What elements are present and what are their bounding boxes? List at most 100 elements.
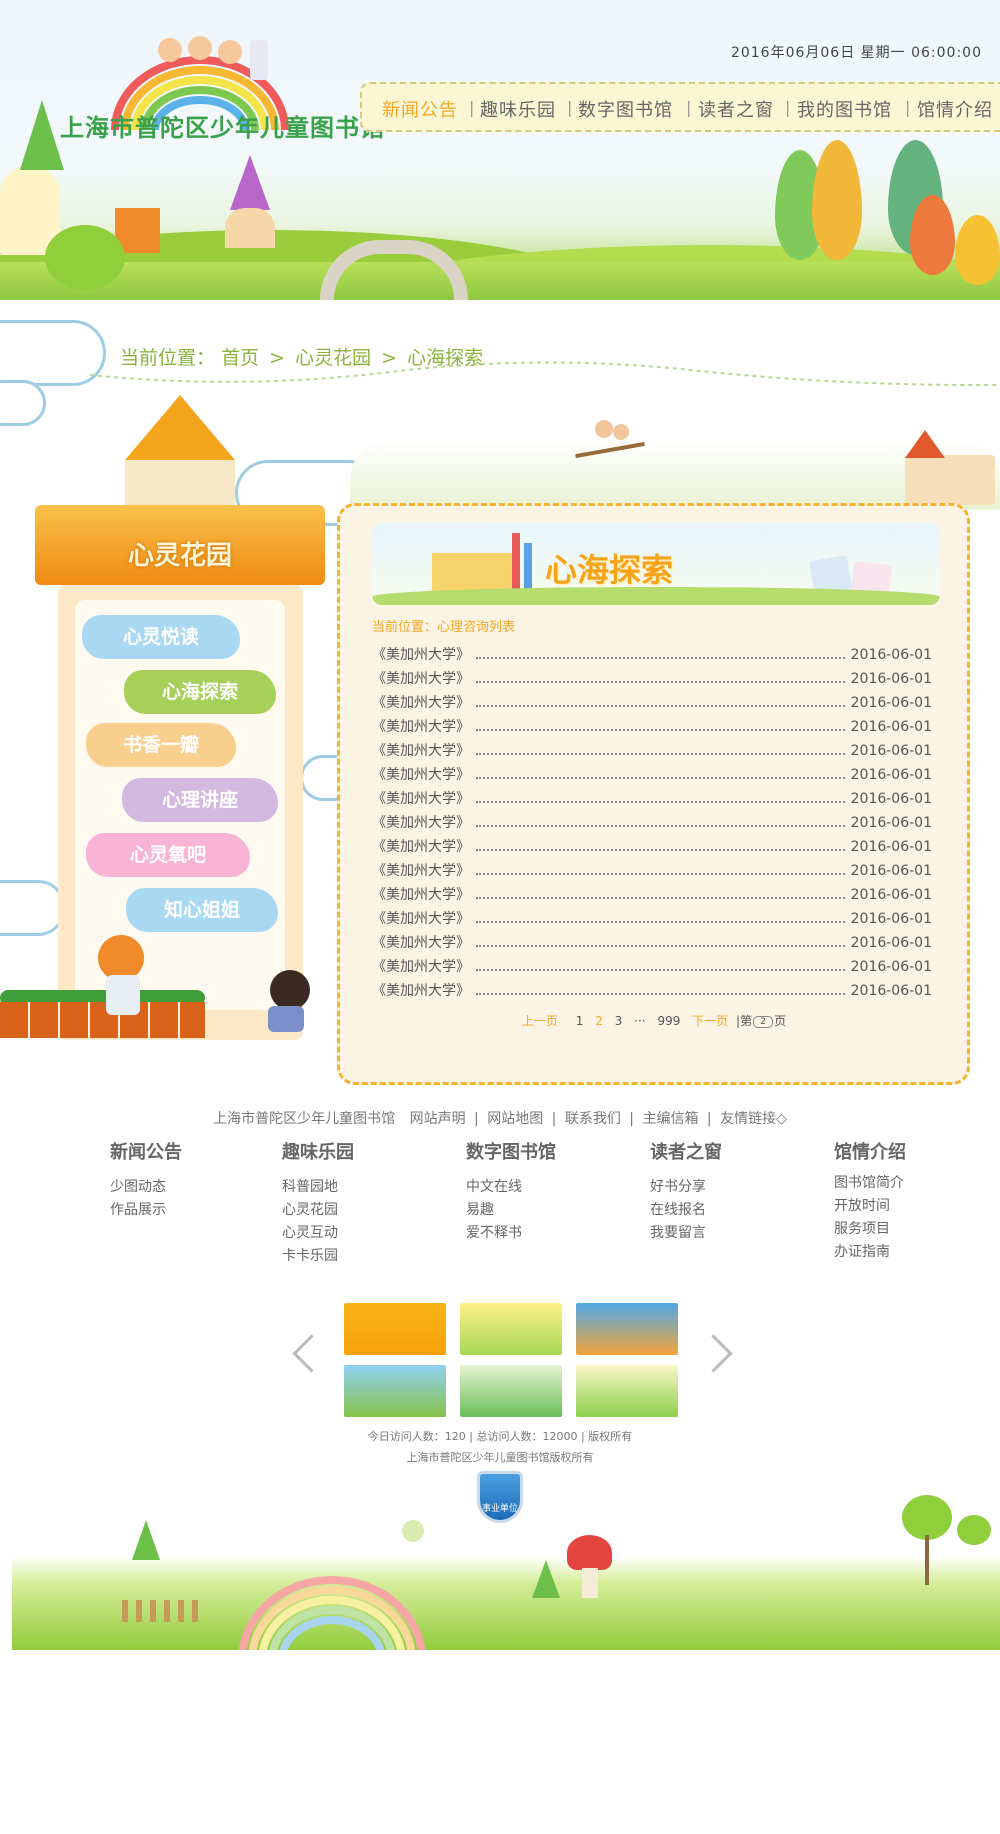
footer-separator: | [706,1111,712,1127]
list-item-leader [476,787,845,803]
list-item[interactable]: 《美加州大学》 2016-06-01 [372,955,932,979]
carousel-thumbnail[interactable] [344,1365,446,1417]
footer-column-link[interactable]: 我要留言 [650,1222,722,1245]
list-item[interactable]: 《美加州大学》 2016-06-01 [372,643,932,667]
page-link[interactable]: 1 [576,1014,584,1028]
footer-column-title[interactable]: 趣味乐园 [282,1138,354,1164]
list-item-title[interactable]: 《美加州大学》 [372,715,470,739]
footer-column-link[interactable]: 在线报名 [650,1199,722,1222]
next-page-link[interactable]: 下一页 [692,1014,728,1028]
list-item[interactable]: 《美加州大学》 2016-06-01 [372,907,932,931]
footer-link-home[interactable]: 上海市普陀区少年儿童图书馆 [213,1111,395,1127]
public-institution-badge[interactable]: 事业单位 [477,1471,523,1523]
carousel-next-arrow-icon[interactable] [694,1334,733,1373]
footer-column-title[interactable]: 新闻公告 [110,1138,182,1164]
list-item[interactable]: 《美加州大学》 2016-06-01 [372,979,932,1003]
list-item[interactable]: 《美加州大学》 2016-06-01 [372,883,932,907]
nav-my-library[interactable]: 我的图书馆 [797,96,892,122]
list-item-title[interactable]: 《美加州大学》 [372,811,470,835]
nav-fun-park[interactable]: 趣味乐园 [480,96,556,122]
breadcrumb-home[interactable]: 首页 [221,347,259,369]
page-jump-input[interactable]: 2 [753,1015,774,1028]
carousel-thumbnail[interactable] [576,1303,678,1355]
footer-column-link[interactable]: 开放时间 [834,1195,906,1218]
nav-reader-window[interactable]: 读者之窗 [698,96,774,122]
sidebar-item-mind-explore[interactable]: 心海探索 [124,670,276,714]
nav-digital-library[interactable]: 数字图书馆 [578,96,673,122]
list-item[interactable]: 《美加州大学》 2016-06-01 [372,715,932,739]
list-item-title[interactable]: 《美加州大学》 [372,667,470,691]
list-item[interactable]: 《美加州大学》 2016-06-01 [372,763,932,787]
nav-news[interactable]: 新闻公告 [382,96,458,122]
list-item[interactable]: 《美加州大学》 2016-06-01 [372,859,932,883]
list-item-title[interactable]: 《美加州大学》 [372,763,470,787]
footer-column-link[interactable]: 图书馆简介 [834,1172,906,1195]
sidebar-item-oxygen-bar[interactable]: 心灵氧吧 [86,833,250,877]
carousel-thumbnail[interactable] [344,1303,446,1355]
footer-column-title[interactable]: 读者之窗 [650,1138,722,1164]
footer-column-link[interactable]: 易趣 [466,1199,556,1222]
footer-column-title[interactable]: 馆情介绍 [834,1138,906,1164]
footer-link-sitemap[interactable]: 网站地图 [487,1111,543,1127]
carousel-thumbnail[interactable] [460,1303,562,1355]
sidebar-item-psych-lecture[interactable]: 心理讲座 [122,778,278,822]
nav-separator: | [785,98,791,117]
cloud-decoration [0,880,66,936]
footer-column-link[interactable]: 办证指南 [834,1241,906,1264]
list-item-date: 2016-06-01 [850,911,932,927]
footer-link-mailbox[interactable]: 主编信箱 [642,1111,698,1127]
footer-column-link[interactable]: 好书分享 [650,1176,722,1199]
inner-breadcrumb: 当前位置：心理咨询列表 [372,620,516,635]
footer-link-friends[interactable]: 友情链接◇ [720,1111,787,1127]
list-item[interactable]: 《美加州大学》 2016-06-01 [372,667,932,691]
list-item-title[interactable]: 《美加州大学》 [372,835,470,859]
footer-column-link[interactable]: 爱不释书 [466,1222,556,1245]
carousel-thumbnail[interactable] [576,1365,678,1417]
list-item[interactable]: 《美加州大学》 2016-06-01 [372,787,932,811]
site-title[interactable]: 上海市普陀区少年儿童图书馆 [60,108,385,143]
carousel-thumbnail[interactable] [460,1365,562,1417]
cloud-decoration [0,380,46,426]
sidebar-item-sister-heart[interactable]: 知心姐姐 [126,888,278,932]
page-ellipsis: ··· [634,1014,646,1028]
footer-column-link[interactable]: 卡卡乐园 [282,1245,354,1268]
breadcrumb-mind-garden[interactable]: 心灵花园 [295,347,371,369]
footer-column-title[interactable]: 数字图书馆 [466,1138,556,1164]
list-item-title[interactable]: 《美加州大学》 [372,931,470,955]
list-item[interactable]: 《美加州大学》 2016-06-01 [372,835,932,859]
breadcrumb-current: 心海探索 [407,347,484,369]
footer-link-statement[interactable]: 网站声明 [410,1111,466,1127]
footer-column-link[interactable]: 科普园地 [282,1176,354,1199]
page-link-current[interactable]: 2 [595,1014,603,1028]
list-item[interactable]: 《美加州大学》 2016-06-01 [372,811,932,835]
house-illustration [225,208,275,248]
prev-page-link[interactable]: 上一页 [522,1014,558,1028]
list-item-title[interactable]: 《美加州大学》 [372,979,470,1003]
carousel-prev-arrow-icon[interactable] [292,1334,331,1373]
page-link[interactable]: 999 [657,1014,680,1028]
footer-link-contact[interactable]: 联系我们 [565,1111,621,1127]
sidebar-item-book-fragrance[interactable]: 书香一瓣 [86,723,236,767]
footer-column-link[interactable]: 少图动态 [110,1176,182,1199]
list-item-title[interactable]: 《美加州大学》 [372,691,470,715]
list-item-leader [476,691,845,707]
footer-column-link[interactable]: 心灵互动 [282,1222,354,1245]
list-item-title[interactable]: 《美加州大学》 [372,787,470,811]
list-item-title[interactable]: 《美加州大学》 [372,643,470,667]
list-item-title[interactable]: 《美加州大学》 [372,955,470,979]
list-item-title[interactable]: 《美加州大学》 [372,739,470,763]
list-item[interactable]: 《美加州大学》 2016-06-01 [372,691,932,715]
nav-about[interactable]: 馆情介绍 [917,96,993,122]
footer-column-link[interactable]: 服务项目 [834,1218,906,1241]
page-link[interactable]: 3 [615,1014,623,1028]
list-item-title[interactable]: 《美加州大学》 [372,907,470,931]
footer-column-link[interactable]: 中文在线 [466,1176,556,1199]
list-item-title[interactable]: 《美加州大学》 [372,859,470,883]
footer-column-link[interactable]: 作品展示 [110,1199,182,1222]
footer-column-link[interactable]: 心灵花园 [282,1199,354,1222]
list-item[interactable]: 《美加州大学》 2016-06-01 [372,739,932,763]
list-item-title[interactable]: 《美加州大学》 [372,883,470,907]
fence-illustration [122,1600,202,1622]
list-item[interactable]: 《美加州大学》 2016-06-01 [372,931,932,955]
sidebar-item-heart-reading[interactable]: 心灵悦读 [82,615,240,659]
